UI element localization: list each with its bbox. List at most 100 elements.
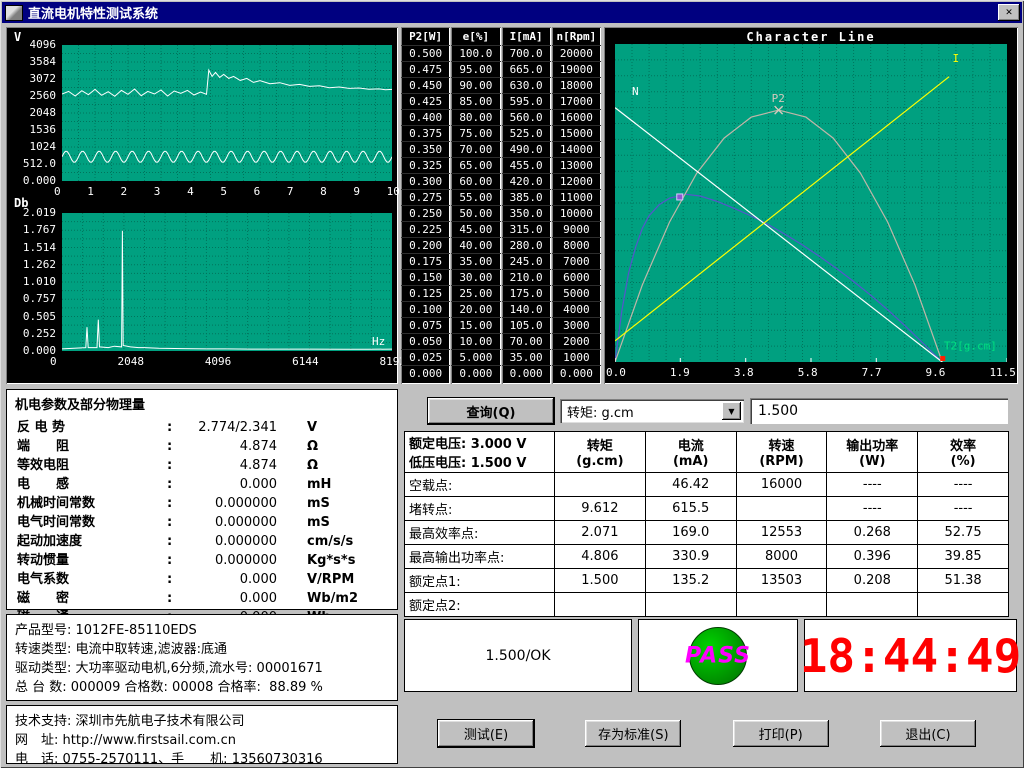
table-cell: ---- — [827, 473, 918, 497]
table-column-header: 转速(RPM) — [736, 432, 827, 473]
scale-value: 19000 — [552, 61, 601, 77]
y-tick-label: 0.000 — [8, 344, 56, 358]
y-tick-label: 512.0 — [8, 157, 56, 171]
scale-value: 11000 — [552, 189, 601, 205]
exit-button[interactable]: 退出(C) — [880, 720, 976, 747]
scale-value: 385.0 — [502, 189, 551, 205]
scale-value: 0.425 — [401, 93, 450, 109]
param-row: 端 阻:4.874Ω — [17, 435, 391, 454]
scale-value: 455.0 — [502, 157, 551, 173]
y-tick-label: 1024 — [8, 140, 56, 154]
product-info-panel: 产品型号: 1012FE-85110EDS转速类型: 电流中取转速,滤波器:底通… — [6, 614, 398, 701]
x-tick-label: 1.9 — [670, 366, 690, 379]
scale-value: 210.0 — [502, 269, 551, 285]
voltage-waveform-plot — [62, 45, 392, 181]
table-header-row: 额定电压: 3.000 V低压电压: 1.500 V转矩(g.cm)电流(mA)… — [405, 432, 1009, 473]
y-tick-label: 2048 — [8, 106, 56, 120]
torque-unit-dropdown[interactable]: 转矩: g.cm ▼ — [560, 399, 744, 423]
table-cell: ---- — [827, 497, 918, 521]
param-value: 4.874 — [181, 458, 277, 473]
window-title: 直流电机特性测试系统 — [28, 3, 158, 22]
x-tick-label: 2048 — [117, 355, 144, 368]
x-tick-label: 1 — [87, 185, 94, 198]
scale-value: 12000 — [552, 173, 601, 189]
table-column-header: 转矩(g.cm) — [555, 432, 646, 473]
scale-value: 0.000 — [552, 365, 601, 381]
table-corner-header: 额定电压: 3.000 V低压电压: 1.500 V — [405, 432, 555, 473]
status-text: 1.500/OK — [486, 648, 551, 664]
x-tick-label: 9.6 — [926, 366, 946, 379]
table-cell: 330.9 — [645, 545, 736, 569]
table-cell: 12553 — [736, 521, 827, 545]
table-cell — [736, 593, 827, 617]
pass-indicator: PASS — [638, 619, 798, 692]
table-cell: 0.268 — [827, 521, 918, 545]
param-label: 磁 密 — [17, 587, 167, 606]
scale-column-header: e[%] — [451, 29, 500, 45]
query-button[interactable]: 查询(Q) — [428, 398, 554, 424]
product-info-line: 总 台 数: 000009 合格数: 00008 合格率: 88.89 % — [15, 676, 391, 695]
scale-value: 18000 — [552, 77, 601, 93]
torque-value-input[interactable] — [750, 398, 1008, 424]
table-cell — [827, 593, 918, 617]
print-button[interactable]: 打印(P) — [733, 720, 829, 747]
column-unit: (g.cm) — [556, 454, 644, 469]
spectrum-plot — [62, 213, 392, 351]
scale-value: 0.300 — [401, 173, 450, 189]
y-tick-label: 1.010 — [8, 275, 56, 289]
table-cell: 1.500 — [555, 569, 646, 593]
scale-value: 35.00 — [451, 253, 500, 269]
scale-value: 350.0 — [502, 205, 551, 221]
y-tick-label: 4096 — [8, 38, 56, 52]
table-cell: 51.38 — [918, 569, 1009, 593]
y-tick-label: 0.000 — [8, 174, 56, 188]
x-tick-label: 5 — [220, 185, 227, 198]
table-cell — [555, 593, 646, 617]
chevron-down-icon[interactable]: ▼ — [722, 402, 741, 420]
scale-value: 0.025 — [401, 349, 450, 365]
x-tick-label: 0 — [54, 185, 61, 198]
param-unit: mH — [307, 477, 331, 492]
title-bar[interactable]: 直流电机特性测试系统 ✕ — [2, 2, 1022, 23]
scale-value: 315.0 — [502, 221, 551, 237]
table-cell: ---- — [918, 473, 1009, 497]
result-table: 额定电压: 3.000 V低压电压: 1.500 V转矩(g.cm)电流(mA)… — [404, 431, 1009, 617]
scale-column-header: I[mA] — [502, 29, 551, 45]
scale-value: 420.0 — [502, 173, 551, 189]
scale-value: 0.125 — [401, 285, 450, 301]
scale-value: 15.00 — [451, 317, 500, 333]
digital-clock: 18:44:49 — [804, 619, 1017, 692]
scale-value: 90.00 — [451, 77, 500, 93]
scale-value: 17000 — [552, 93, 601, 109]
param-row: 电气时间常数:0.000000mS — [17, 511, 391, 530]
product-info-line: 驱动类型: 大功率驱动电机,6分频,流水号: 00001671 — [15, 657, 391, 676]
scale-value: 0.400 — [401, 109, 450, 125]
status-box: 1.500/OK — [404, 619, 632, 692]
y-tick-label: 0.505 — [8, 310, 56, 324]
table-cell: 16000 — [736, 473, 827, 497]
x-tick-label: 7.7 — [862, 366, 882, 379]
scale-column-header: n[Rpm] — [552, 29, 601, 45]
scale-value: 0.450 — [401, 77, 450, 93]
table-cell: ---- — [918, 497, 1009, 521]
scale-value: 0.250 — [401, 205, 450, 221]
row-label: 最高效率点: — [405, 521, 555, 545]
param-colon: : — [167, 591, 181, 606]
scale-value: 14000 — [552, 141, 601, 157]
scale-value: 35.00 — [502, 349, 551, 365]
scale-value: 65.00 — [451, 157, 500, 173]
y-tick-label: 2560 — [8, 89, 56, 103]
row-label: 堵转点: — [405, 497, 555, 521]
param-unit: cm/s/s — [307, 534, 353, 549]
test-button[interactable]: 测试(E) — [438, 720, 534, 747]
param-value: 0.000000 — [181, 515, 277, 530]
table-cell: 46.42 — [645, 473, 736, 497]
close-button[interactable]: ✕ — [998, 4, 1020, 21]
table-column-header: 输出功率(W) — [827, 432, 918, 473]
column-unit: (mA) — [647, 454, 735, 469]
scale-value: 0.000 — [502, 365, 551, 381]
scale-value: 525.0 — [502, 125, 551, 141]
scale-value: 60.00 — [451, 173, 500, 189]
param-unit: V — [307, 420, 317, 435]
save-standard-button[interactable]: 存为标准(S) — [585, 720, 681, 747]
